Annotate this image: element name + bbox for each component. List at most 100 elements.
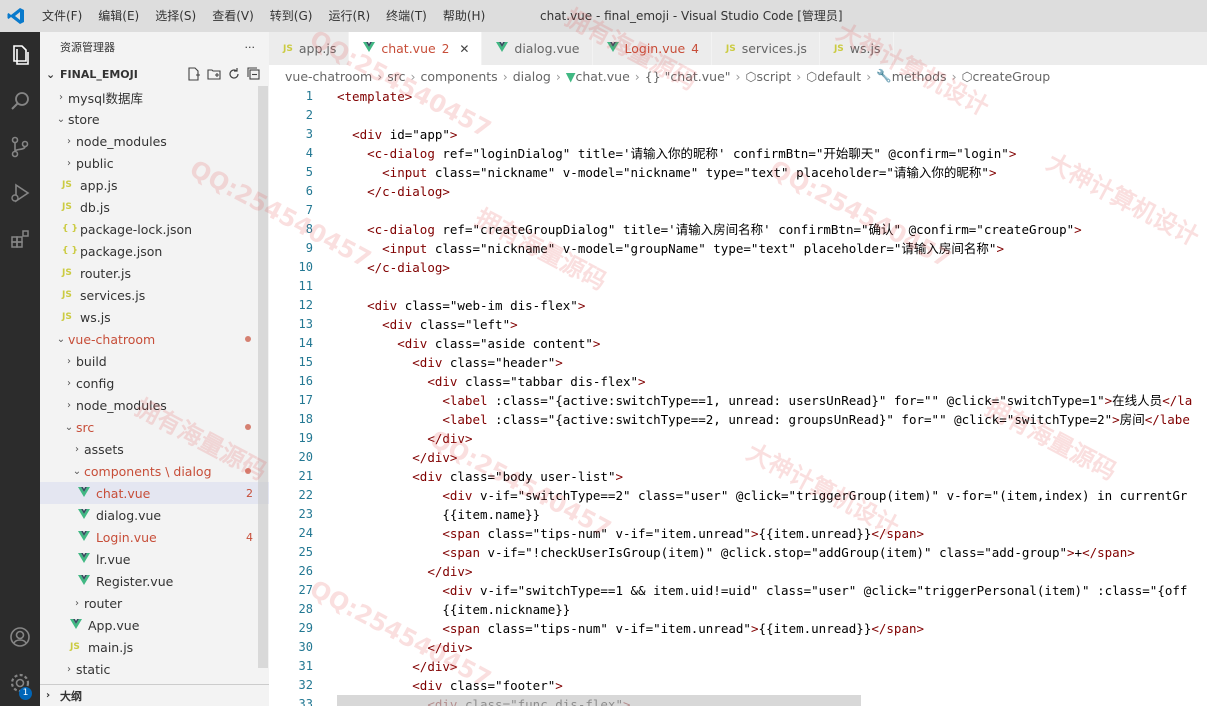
menu-item[interactable]: 帮助(H)	[435, 0, 493, 32]
file-item[interactable]: Login.vue 4	[40, 526, 269, 548]
breadcrumb-item[interactable]: script	[756, 69, 791, 84]
code-line[interactable]: {{item.name}}	[337, 505, 1207, 524]
folder-item[interactable]: › router	[40, 592, 269, 614]
breadcrumb-item[interactable]: {} "chat.vue"	[645, 69, 731, 84]
menu-item[interactable]: 终端(T)	[378, 0, 435, 32]
file-item[interactable]: JS services.js	[40, 284, 269, 306]
accounts-icon[interactable]	[0, 614, 40, 660]
folder-item[interactable]: ⌄ src	[40, 416, 269, 438]
code-line[interactable]: </div>	[337, 638, 1207, 657]
search-icon[interactable]	[0, 78, 40, 124]
file-item[interactable]: JS app.js	[40, 174, 269, 196]
breadcrumb-item[interactable]: src	[387, 69, 405, 84]
code-line[interactable]: <div class="left">	[337, 315, 1207, 334]
file-item[interactable]: JS ws.js	[40, 306, 269, 328]
file-item[interactable]: JS router.js	[40, 262, 269, 284]
breadcrumb-item[interactable]: components	[420, 69, 497, 84]
editor-tab[interactable]: chat.vue 2 ✕	[349, 32, 483, 65]
sidebar-scrollbar[interactable]	[258, 86, 268, 668]
menu-item[interactable]: 查看(V)	[204, 0, 262, 32]
file-item[interactable]: lr.vue	[40, 548, 269, 570]
close-icon[interactable]: ✕	[459, 42, 469, 56]
folder-item[interactable]: › public	[40, 152, 269, 174]
collapse-all-icon[interactable]	[247, 67, 261, 81]
folder-item[interactable]: › static	[40, 658, 269, 680]
code-line[interactable]: <c-dialog ref="loginDialog" title='请输入你的…	[337, 144, 1207, 163]
folder-item[interactable]: ⌄ components \ dialog	[40, 460, 269, 482]
file-item[interactable]: { } package-lock.json	[40, 218, 269, 240]
folder-item[interactable]: › config	[40, 372, 269, 394]
code-line[interactable]: <div class="header">	[337, 353, 1207, 372]
code-line[interactable]: </div>	[337, 562, 1207, 581]
code-line[interactable]: <div v-if="switchType==1 && item.uid!=ui…	[337, 581, 1207, 600]
code-line[interactable]: </c-dialog>	[337, 258, 1207, 277]
editor-tab[interactable]: JS app.js	[269, 32, 350, 65]
breadcrumb-item[interactable]: dialog	[513, 69, 551, 84]
code-line[interactable]: </c-dialog>	[337, 182, 1207, 201]
refresh-icon[interactable]	[227, 67, 241, 81]
project-root[interactable]: ⌄ FINAL_EMOJI	[40, 62, 269, 86]
run-debug-icon[interactable]	[0, 170, 40, 216]
folder-item[interactable]: › assets	[40, 438, 269, 460]
explorer-icon[interactable]	[0, 32, 40, 78]
folder-item[interactable]: › build	[40, 350, 269, 372]
code-line[interactable]: <label :class="{active:switchType==1, un…	[337, 391, 1207, 410]
folder-item[interactable]: › node_modules	[40, 130, 269, 152]
code-line[interactable]: <div class="web-im dis-flex">	[337, 296, 1207, 315]
folder-item[interactable]: › mysql数据库	[40, 86, 269, 108]
code-line[interactable]: <template>	[337, 87, 1207, 106]
code-line[interactable]: <div id="app">	[337, 125, 1207, 144]
outline-section[interactable]: › 大纲	[40, 684, 269, 706]
code-line[interactable]: </div>	[337, 448, 1207, 467]
folder-item[interactable]: ⌄ vue-chatroom	[40, 328, 269, 350]
settings-gear-icon[interactable]: 1	[0, 660, 40, 706]
code-line[interactable]: <span v-if="!checkUserIsGroup(item)" @cl…	[337, 543, 1207, 562]
new-file-icon[interactable]	[187, 67, 201, 81]
code-line[interactable]: <div class="body user-list">	[337, 467, 1207, 486]
code-line[interactable]: <div class="tabbar dis-flex">	[337, 372, 1207, 391]
code-line[interactable]	[337, 201, 1207, 220]
editor-tab[interactable]: dialog.vue	[482, 32, 593, 65]
breadcrumb-item[interactable]: default	[817, 69, 861, 84]
folder-item[interactable]: › node_modules	[40, 394, 269, 416]
code-line[interactable]: <div class="footer">	[337, 676, 1207, 695]
menu-item[interactable]: 运行(R)	[320, 0, 378, 32]
code-line[interactable]: {{item.nickname}}	[337, 600, 1207, 619]
code-line[interactable]: <input class="nickname" v-model="nicknam…	[337, 163, 1207, 182]
menu-item[interactable]: 选择(S)	[147, 0, 204, 32]
horizontal-scrollbar[interactable]	[337, 695, 861, 706]
code-area[interactable]: <template> <div id="app"> <c-dialog ref=…	[337, 87, 1207, 706]
code-line[interactable]: </div>	[337, 657, 1207, 676]
menu-item[interactable]: 编辑(E)	[90, 0, 147, 32]
menu-item[interactable]: 转到(G)	[262, 0, 321, 32]
code-line[interactable]: <input class="nickname" v-model="groupNa…	[337, 239, 1207, 258]
editor-tab[interactable]: JS services.js	[711, 32, 820, 65]
editor-tab[interactable]: JS ws.js	[819, 32, 894, 65]
code-line[interactable]: <div class="aside content">	[337, 334, 1207, 353]
more-actions-button[interactable]: ···	[245, 41, 256, 54]
breadcrumb-item[interactable]: vue-chatroom	[285, 69, 372, 84]
breadcrumb-item[interactable]: createGroup	[972, 69, 1050, 84]
code-line[interactable]: </div>	[337, 429, 1207, 448]
breadcrumb-item[interactable]: chat.vue	[575, 69, 629, 84]
code-line[interactable]: <div v-if="switchType==2" class="user" @…	[337, 486, 1207, 505]
file-item[interactable]: { } package.json	[40, 240, 269, 262]
code-line[interactable]: <c-dialog ref="createGroupDialog" title=…	[337, 220, 1207, 239]
extensions-icon[interactable]	[0, 216, 40, 262]
breadcrumb-item[interactable]: methods	[892, 69, 947, 84]
file-item[interactable]: chat.vue 2	[40, 482, 269, 504]
file-item[interactable]: JS db.js	[40, 196, 269, 218]
file-item[interactable]: dialog.vue	[40, 504, 269, 526]
folder-item[interactable]: ⌄ store	[40, 108, 269, 130]
vscode-logo-icon[interactable]	[0, 0, 32, 32]
menu-item[interactable]: 文件(F)	[34, 0, 90, 32]
new-folder-icon[interactable]	[207, 67, 221, 81]
code-line[interactable]: <span class="tips-num" v-if="item.unread…	[337, 619, 1207, 638]
code-line[interactable]: <label :class="{active:switchType==2, un…	[337, 410, 1207, 429]
code-line[interactable]	[337, 106, 1207, 125]
code-line[interactable]	[337, 277, 1207, 296]
code-line[interactable]: <span class="tips-num" v-if="item.unread…	[337, 524, 1207, 543]
file-item[interactable]: Register.vue	[40, 570, 269, 592]
editor-tab[interactable]: Login.vue 4	[592, 32, 712, 65]
file-item[interactable]: App.vue	[40, 614, 269, 636]
